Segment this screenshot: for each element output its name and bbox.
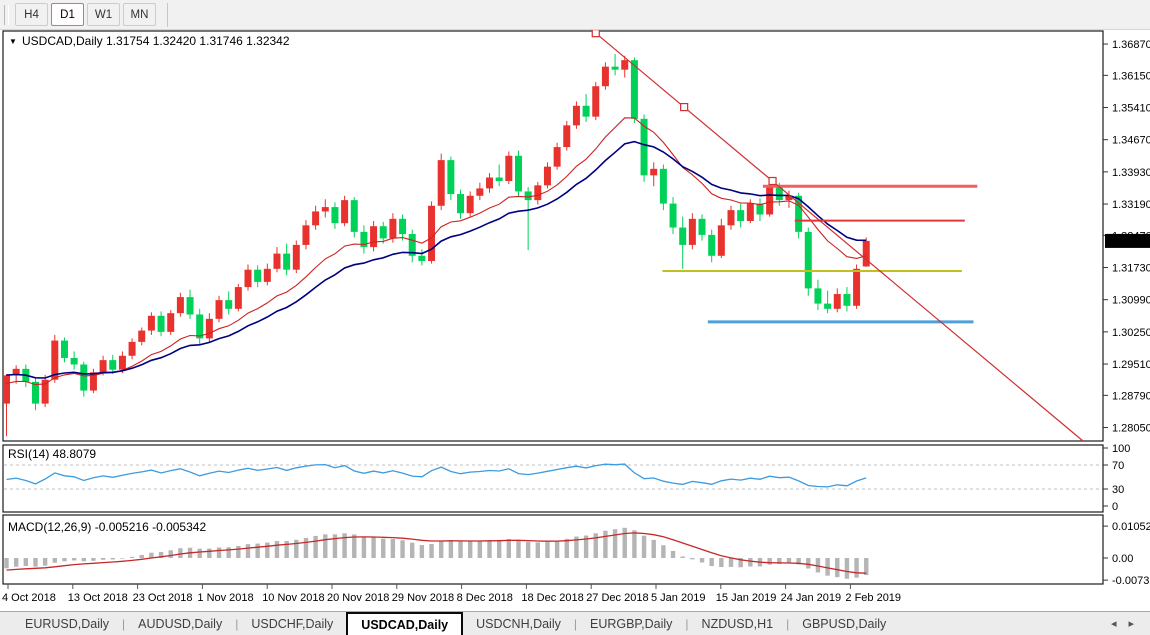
trendline-handle[interactable]: [681, 104, 688, 111]
timeframe-d1-button[interactable]: D1: [51, 3, 84, 26]
svg-text:2 Feb 2019: 2 Feb 2019: [845, 592, 901, 604]
symbol-tabbar: EURUSD,Daily|AUDUSD,Daily|USDCHF,DailyUS…: [0, 611, 1150, 635]
svg-text:1.30990: 1.30990: [1112, 295, 1150, 307]
timeframe-toolbar: H4 D1 W1 MN: [0, 0, 1150, 30]
price-axis: 1.36870 1.36150 1.35410 1.34670 1.33930 1.331…: [1103, 39, 1150, 434]
tab-audusd-daily[interactable]: AUDUSD,Daily: [125, 612, 235, 635]
chart-ohlc-title: USDCAD,Daily 1.31754 1.32420 1.31746 1.3…: [22, 34, 290, 48]
svg-text:18 Dec 2018: 18 Dec 2018: [521, 592, 583, 604]
svg-text:24 Jan 2019: 24 Jan 2019: [781, 592, 842, 604]
svg-text:1 Nov 2018: 1 Nov 2018: [197, 592, 253, 604]
mt4-window: H4 D1 W1 MN 1.36870 1.36150 1.35410 1.34670…: [0, 0, 1150, 635]
svg-text:-0.0073: -0.0073: [1112, 575, 1149, 587]
trendline-handle[interactable]: [769, 178, 776, 185]
rsi-label: RSI(14) 48.8079: [8, 447, 96, 461]
timeframe-w1-button[interactable]: W1: [87, 3, 120, 26]
svg-text:1.34670: 1.34670: [1112, 135, 1150, 147]
svg-text:1.35410: 1.35410: [1112, 103, 1150, 115]
svg-text:1.33930: 1.33930: [1112, 167, 1150, 179]
svg-text:1.36870: 1.36870: [1112, 39, 1150, 51]
svg-text:10 Nov 2018: 10 Nov 2018: [262, 592, 324, 604]
svg-text:4 Oct 2018: 4 Oct 2018: [2, 592, 56, 604]
date-axis: 4 Oct 2018 13 Oct 2018 23 Oct 2018 1 Nov 20…: [2, 584, 901, 604]
svg-text:20 Nov 2018: 20 Nov 2018: [327, 592, 389, 604]
svg-text:23 Oct 2018: 23 Oct 2018: [133, 592, 193, 604]
svg-text:5 Jan 2019: 5 Jan 2019: [651, 592, 705, 604]
svg-text:30: 30: [1112, 484, 1124, 496]
svg-text:1.28050: 1.28050: [1112, 423, 1150, 435]
chart-canvas[interactable]: 1.36870 1.36150 1.35410 1.34670 1.33930 1.331…: [0, 0, 1150, 635]
panel-frames: [3, 31, 1103, 584]
svg-text:1.28790: 1.28790: [1112, 390, 1150, 402]
tab-scroll-arrows: ◂ ▸: [1105, 612, 1150, 635]
svg-text:0: 0: [1112, 501, 1118, 513]
svg-text:27 Dec 2018: 27 Dec 2018: [586, 592, 648, 604]
tab-scroll-left-icon[interactable]: ◂: [1105, 617, 1123, 630]
tab-usdcnh-daily[interactable]: USDCNH,Daily: [463, 612, 574, 635]
svg-text:1.29510: 1.29510: [1112, 359, 1150, 371]
trendline-handle[interactable]: [592, 30, 599, 37]
svg-text:29 Nov 2018: 29 Nov 2018: [392, 592, 454, 604]
svg-text:70: 70: [1112, 460, 1124, 472]
macd-label: MACD(12,26,9) -0.005216 -0.005342: [8, 520, 206, 534]
svg-text:13 Oct 2018: 13 Oct 2018: [68, 592, 128, 604]
svg-text:1.36150: 1.36150: [1112, 70, 1150, 82]
svg-text:0.00: 0.00: [1112, 553, 1133, 565]
tab-usdcad-daily[interactable]: USDCAD,Daily: [346, 612, 463, 635]
rsi-panel: 100 70 30 0: [4, 443, 1130, 513]
tab-eurgbp-daily[interactable]: EURGBP,Daily: [577, 612, 685, 635]
trendline[interactable]: [596, 33, 1083, 441]
svg-text:1.30250: 1.30250: [1112, 327, 1150, 339]
svg-text:100: 100: [1112, 443, 1130, 455]
tab-usdchf-daily[interactable]: USDCHF,Daily: [238, 612, 346, 635]
toolbar-separator: [167, 3, 168, 27]
tab-scroll-right-icon[interactable]: ▸: [1122, 617, 1140, 630]
tab-nzdusd-h1[interactable]: NZDUSD,H1: [689, 612, 787, 635]
drawn-objects[interactable]: [592, 30, 1083, 441]
timeframe-mn-button[interactable]: MN: [123, 3, 156, 26]
toolbar-grip-icon[interactable]: [4, 5, 9, 25]
current-price-tag: 1.32342: [1109, 236, 1149, 248]
tab-eurusd-daily[interactable]: EURUSD,Daily: [12, 612, 122, 635]
symbol-dropdown-icon[interactable]: ▼: [9, 37, 17, 46]
svg-text:1.33190: 1.33190: [1112, 199, 1150, 211]
svg-text:8 Dec 2018: 8 Dec 2018: [457, 592, 513, 604]
svg-text:1.31730: 1.31730: [1112, 263, 1150, 275]
timeframe-h4-button[interactable]: H4: [15, 3, 48, 26]
tab-gbpusd-daily[interactable]: GBPUSD,Daily: [789, 612, 899, 635]
svg-text:15 Jan 2019: 15 Jan 2019: [716, 592, 777, 604]
svg-text:0.010525: 0.010525: [1112, 521, 1150, 533]
